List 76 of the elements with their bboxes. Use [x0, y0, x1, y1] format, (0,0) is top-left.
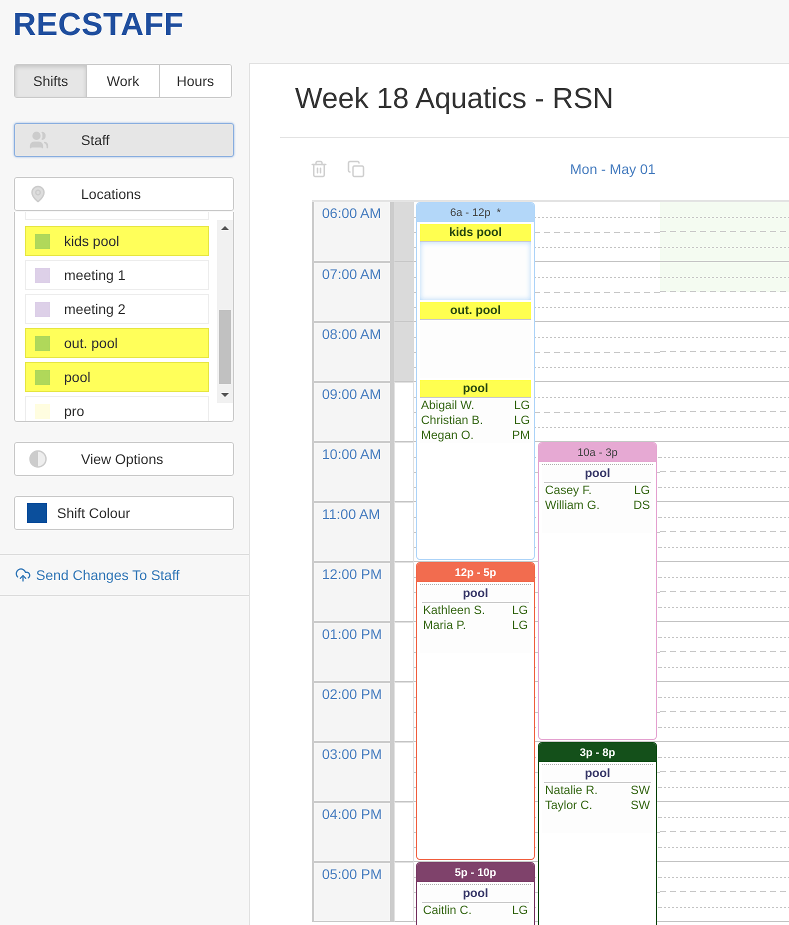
- time-slot[interactable]: [660, 262, 789, 292]
- location-item[interactable]: pro: [25, 396, 209, 421]
- location-label: pool: [422, 585, 529, 603]
- location-label: pool: [544, 765, 651, 783]
- time-label: 01:00 PM: [312, 622, 392, 682]
- staff-role: LG: [514, 398, 530, 413]
- time-label: 09:00 AM: [312, 382, 392, 442]
- time-slot[interactable]: [660, 202, 789, 232]
- time-label: 10:00 AM: [312, 442, 392, 502]
- shift-time: 5p - 10p: [417, 863, 534, 882]
- contrast-icon: [29, 450, 47, 468]
- time-label: 02:00 PM: [312, 682, 392, 742]
- location-item[interactable]: [25, 212, 209, 220]
- staff-role: LG: [512, 903, 528, 918]
- staff-role: LG: [512, 618, 528, 633]
- shift-card[interactable]: 12p - 5p pool Kathleen S. LG Maria P. LG: [416, 562, 535, 860]
- staff-name: Natalie R.: [545, 783, 598, 798]
- shift-time: 3p - 8p: [539, 743, 656, 762]
- staff-name: William G.: [545, 498, 600, 513]
- time-label: 07:00 AM: [312, 262, 392, 322]
- shift-time: 10a - 3p: [539, 443, 656, 462]
- shift-colour-button[interactable]: Shift Colour: [14, 496, 234, 530]
- scrollbar[interactable]: [217, 220, 233, 403]
- location-item[interactable]: pool: [25, 362, 209, 392]
- shift-card[interactable]: 5p - 10p pool Caitlin C. LG: [416, 862, 535, 925]
- page-title: Week 18 Aquatics - RSN: [295, 83, 615, 117]
- shift-card[interactable]: 3p - 8p pool Natalie R. SW Taylor C. SW: [538, 742, 657, 925]
- time-label: 04:00 PM: [312, 802, 392, 862]
- trash-icon[interactable]: [310, 160, 328, 178]
- shift-card[interactable]: 6a - 12p * kids pool out. pool pool Abigail W. LG Christian B. LG Megan O. PM: [416, 202, 535, 560]
- time-slot[interactable]: [660, 232, 789, 262]
- staff-name: Casey F.: [545, 483, 592, 498]
- location-label: kids pool: [420, 224, 531, 242]
- send-changes-link[interactable]: Send Changes To Staff: [15, 567, 180, 583]
- staff-role: PM: [512, 428, 530, 443]
- shift-time: 12p - 5p: [417, 563, 534, 582]
- staff-role: SW: [630, 798, 650, 813]
- location-label: pool: [544, 465, 651, 483]
- staff-name: Christian B.: [421, 413, 484, 428]
- staff-role: LG: [634, 483, 650, 498]
- time-label: 12:00 PM: [312, 562, 392, 622]
- time-label: 11:00 AM: [312, 502, 392, 562]
- time-label: 05:00 PM: [312, 862, 392, 922]
- staff-name: Maria P.: [423, 618, 466, 633]
- people-icon: [29, 130, 49, 150]
- time-label: 03:00 PM: [312, 742, 392, 802]
- location-label: pool: [422, 885, 529, 903]
- view-tab[interactable]: Shifts: [15, 65, 86, 97]
- location-item[interactable]: out. pool: [25, 328, 209, 358]
- staff-role: LG: [514, 413, 530, 428]
- cloud-upload-icon: [15, 567, 31, 583]
- staff-name: Megan O.: [421, 428, 474, 443]
- staff-name: Caitlin C.: [423, 903, 472, 918]
- view-tab[interactable]: Hours: [158, 65, 231, 97]
- location-item[interactable]: meeting 2: [25, 294, 209, 324]
- shift-time: 6a - 12p *: [417, 203, 534, 222]
- staff-role: LG: [512, 603, 528, 618]
- time-label: 06:00 AM: [312, 202, 392, 262]
- staff-role: DS: [633, 498, 650, 513]
- staff-button[interactable]: Staff: [14, 123, 234, 157]
- staff-name: Taylor C.: [545, 798, 592, 813]
- location-item[interactable]: meeting 1: [25, 260, 209, 290]
- map-pin-icon: [29, 185, 47, 203]
- location-item[interactable]: kids pool: [25, 226, 209, 256]
- staff-name: Abigail W.: [421, 398, 474, 413]
- view-options-button[interactable]: View Options: [14, 442, 234, 476]
- location-label: out. pool: [420, 302, 531, 320]
- staff-name: Kathleen S.: [423, 603, 486, 618]
- locations-button[interactable]: Locations: [14, 177, 234, 211]
- logo: RECSTAFF: [13, 6, 184, 43]
- staff-role: SW: [630, 783, 650, 798]
- copy-icon[interactable]: [347, 160, 365, 178]
- location-label: pool: [420, 380, 531, 398]
- day-label: Mon - May 01: [570, 161, 656, 177]
- time-label: 08:00 AM: [312, 322, 392, 382]
- shift-card[interactable]: 10a - 3p pool Casey F. LG William G. DS: [538, 442, 657, 740]
